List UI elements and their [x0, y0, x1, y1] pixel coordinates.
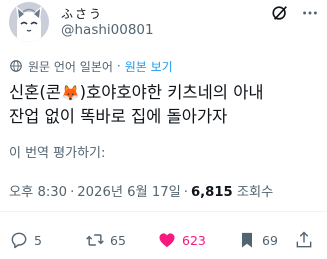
reply-icon: [11, 232, 27, 249]
reply-button[interactable]: 5: [9, 230, 42, 250]
tweet-card: ふさう @hashi00801 원문 언어 일본어 · 원본 보기 신혼(콘🦊)…: [0, 0, 327, 259]
rate-translation-link[interactable]: 이 번역 평가하기:: [9, 142, 105, 161]
translation-notice: 원문 언어 일본어 · 원본 보기: [9, 57, 173, 75]
show-original-link[interactable]: 원본 보기: [125, 58, 173, 75]
tweet-header: ふさう @hashi00801: [9, 0, 319, 44]
tweet-text-line-1: 신혼(콘🦊)호야호야한 키츠네의 아내: [9, 81, 319, 105]
fox-emoji: 🦊: [60, 84, 80, 102]
tweet-text: 신혼(콘🦊)호야호야한 키츠네의 아내 잔업 없이 똑바로 집에 돌아가자: [9, 81, 319, 129]
like-count: 623: [182, 232, 206, 248]
separator-dot: ·: [183, 185, 188, 200]
reply-count: 5: [34, 232, 42, 248]
retweet-button[interactable]: 65: [85, 230, 126, 250]
bookmark-icon: [242, 232, 252, 248]
grok-icon[interactable]: [271, 4, 289, 22]
views-count: 6,815: [191, 185, 233, 200]
views-label: 조회수: [236, 185, 274, 200]
separator-dot: ·: [70, 185, 75, 200]
share-button[interactable]: [294, 230, 319, 250]
bookmark-button[interactable]: 69: [237, 230, 278, 250]
bookmark-count: 69: [262, 232, 278, 248]
retweet-icon: [86, 234, 104, 246]
more-icon[interactable]: [301, 4, 319, 22]
divider: [0, 211, 327, 212]
tweet-text-part: 신혼(콘: [9, 83, 61, 102]
user-handle[interactable]: @hashi00801: [61, 22, 154, 38]
share-icon: [296, 231, 312, 248]
post-time[interactable]: 오후 8:30: [9, 185, 67, 200]
retweet-count: 65: [110, 232, 126, 248]
post-date[interactable]: 2026년 6월 17일: [77, 185, 181, 200]
tweet-text-part: )호야호야한 키츠네의 아내: [79, 83, 264, 102]
globe-icon: [10, 60, 22, 72]
action-bar: 5 65 623 69: [9, 230, 319, 252]
separator-dot: ·: [116, 59, 121, 73]
heart-icon: [159, 233, 175, 248]
cat-avatar-icon: [9, 2, 49, 42]
avatar[interactable]: [9, 2, 49, 42]
tweet-text-line-2: 잔업 없이 똑바로 집에 돌아가자: [9, 107, 228, 126]
translation-label: 원문 언어 일본어: [28, 59, 113, 74]
tweet-meta: 오후 8:30 · 2026년 6월 17일 · 6,815 조회수: [9, 181, 273, 200]
like-button[interactable]: 623: [157, 230, 206, 250]
display-name[interactable]: ふさう: [61, 5, 103, 22]
